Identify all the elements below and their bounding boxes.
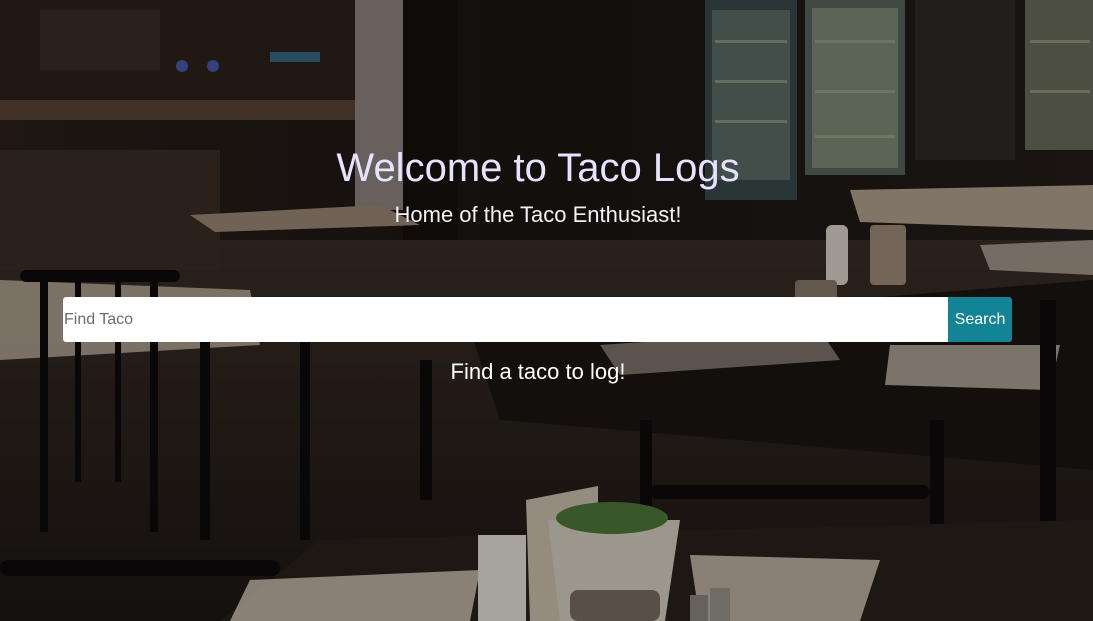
search-form: Search bbox=[63, 297, 1012, 342]
hero-section: Welcome to Taco Logs Home of the Taco En… bbox=[0, 0, 1093, 621]
page-subtitle: Home of the Taco Enthusiast! bbox=[394, 202, 682, 227]
page-title: Welcome to Taco Logs bbox=[336, 146, 740, 190]
search-button[interactable]: Search bbox=[948, 297, 1012, 342]
search-input[interactable] bbox=[63, 297, 948, 342]
search-hint: Find a taco to log! bbox=[450, 359, 626, 384]
